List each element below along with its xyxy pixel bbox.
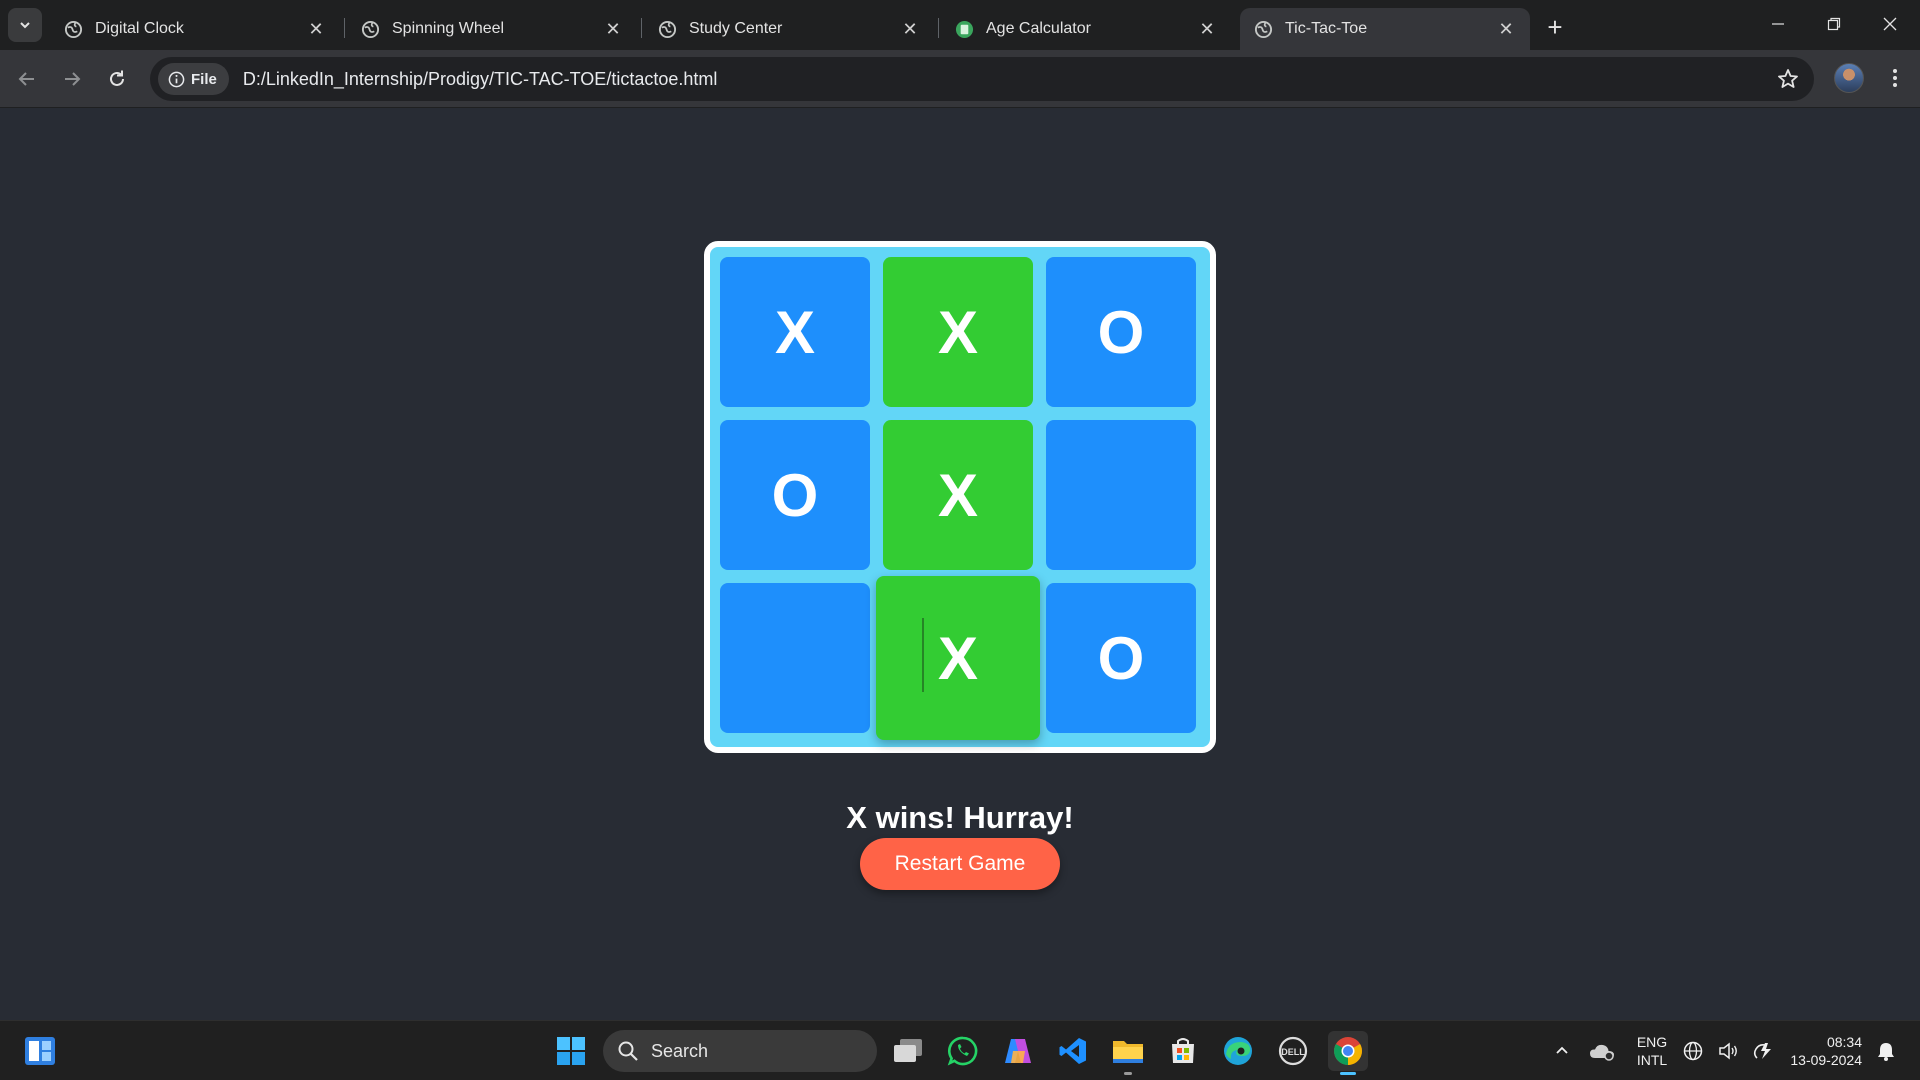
game-status-message: X wins! Hurray! xyxy=(846,800,1074,835)
chevron-up-icon[interactable] xyxy=(1542,1031,1582,1071)
back-arrow-icon xyxy=(18,72,34,86)
search-label: Search xyxy=(651,1040,709,1061)
windows-taskbar: Search DELL ENG INTL 08:34 13-09-2024 xyxy=(0,1020,1920,1080)
minimize-icon xyxy=(1772,23,1784,25)
board-cell[interactable]: X xyxy=(720,257,870,407)
text-cursor xyxy=(922,618,924,692)
tab-search-button[interactable] xyxy=(8,8,42,42)
board-cell[interactable] xyxy=(720,583,870,733)
chevron-down-icon xyxy=(20,22,30,29)
onedrive-cloud-icon[interactable] xyxy=(1582,1031,1622,1071)
forward-arrow-icon xyxy=(65,72,81,86)
volume-icon xyxy=(1719,1042,1737,1060)
notification-bell-icon[interactable] xyxy=(1866,1031,1906,1071)
board-cell[interactable]: X xyxy=(883,420,1033,570)
close-window-button[interactable] xyxy=(1862,0,1918,48)
microsoft-store-icon[interactable] xyxy=(1163,1031,1203,1071)
tab-separator xyxy=(641,18,642,38)
close-tab-icon[interactable]: ✕ xyxy=(603,19,623,39)
tab-title: Spinning Wheel xyxy=(392,20,505,37)
tab-digital-clock[interactable]: Digital Clock ✕ xyxy=(50,8,340,50)
search-icon xyxy=(618,1041,638,1061)
url-text[interactable]: D:/LinkedIn_Internship/Prodigy/TIC-TAC-T… xyxy=(243,69,718,90)
input-language-indicator[interactable]: ENG INTL xyxy=(1626,1033,1678,1069)
close-icon xyxy=(1883,17,1897,31)
board-cell[interactable]: O xyxy=(1046,257,1196,407)
clock-time: 08:34 xyxy=(1826,1034,1862,1050)
back-button[interactable] xyxy=(10,62,44,96)
close-tab-icon[interactable]: ✕ xyxy=(1496,19,1516,39)
language-line-1: ENG xyxy=(1636,1034,1668,1050)
close-tab-icon[interactable]: ✕ xyxy=(1197,19,1217,39)
clock[interactable]: 08:34 13-09-2024 xyxy=(1778,1033,1866,1069)
info-icon xyxy=(168,71,185,87)
running-indicator xyxy=(1124,1072,1132,1075)
battery-charging-icon xyxy=(1753,1043,1771,1059)
tab-separator xyxy=(344,18,345,38)
whatsapp-icon[interactable] xyxy=(943,1031,983,1071)
game-board: X X O O X X O xyxy=(704,241,1216,753)
restore-button[interactable] xyxy=(1806,0,1862,48)
browser-menu-button[interactable] xyxy=(1880,63,1910,93)
dell-icon[interactable]: DELL xyxy=(1273,1031,1313,1071)
minimize-button[interactable] xyxy=(1750,0,1806,48)
tab-study-center[interactable]: Study Center ✕ xyxy=(644,8,934,50)
tab-title: Tic-Tac-Toe xyxy=(1285,20,1368,37)
globe-icon xyxy=(1254,20,1273,39)
tab-strip: Digital Clock ✕ Spinning Wheel ✕ Study C… xyxy=(0,0,1920,50)
tab-title: Study Center xyxy=(689,20,783,37)
board-cell[interactable] xyxy=(1046,420,1196,570)
tab-spinning-wheel[interactable]: Spinning Wheel ✕ xyxy=(347,8,637,50)
copilot-icon[interactable] xyxy=(998,1031,1038,1071)
running-indicator xyxy=(1340,1072,1356,1075)
forward-button[interactable] xyxy=(55,62,89,96)
network-globe-icon xyxy=(1684,1041,1703,1061)
tab-title: Digital Clock xyxy=(95,20,184,37)
globe-icon xyxy=(361,20,380,39)
edge-browser-icon[interactable] xyxy=(1218,1031,1258,1071)
taskbar-search-box[interactable]: Search xyxy=(603,1030,877,1072)
close-tab-icon[interactable]: ✕ xyxy=(306,19,326,39)
tab-title: Age Calculator xyxy=(986,20,1091,37)
tab-tic-tac-toe[interactable]: Tic-Tac-Toe ✕ xyxy=(1240,8,1530,50)
language-line-2: INTL xyxy=(1636,1052,1668,1068)
clock-date: 13-09-2024 xyxy=(1790,1052,1862,1068)
task-view-icon[interactable] xyxy=(888,1031,928,1071)
globe-icon xyxy=(64,20,83,39)
quick-settings-area[interactable] xyxy=(1676,1031,1780,1071)
tab-separator xyxy=(938,18,939,38)
widgets-icon[interactable] xyxy=(20,1031,60,1071)
site-info-chip[interactable]: File xyxy=(158,63,229,95)
browser-toolbar: File D:/LinkedIn_Internship/Prodigy/TIC-… xyxy=(0,50,1920,108)
board-cell[interactable]: O xyxy=(1046,583,1196,733)
profile-avatar[interactable] xyxy=(1834,63,1864,93)
board-cell[interactable]: X xyxy=(883,257,1033,407)
close-tab-icon[interactable]: ✕ xyxy=(900,19,920,39)
svg-text:DELL: DELL xyxy=(1281,1047,1305,1057)
start-button-windows-icon[interactable] xyxy=(551,1031,591,1071)
bookmark-star-icon[interactable] xyxy=(1776,67,1800,91)
board-cell[interactable]: X xyxy=(876,576,1040,740)
reload-button[interactable] xyxy=(100,62,134,96)
globe-icon xyxy=(658,20,677,39)
reload-icon xyxy=(110,70,124,86)
address-bar[interactable]: File D:/LinkedIn_Internship/Prodigy/TIC-… xyxy=(150,57,1814,101)
cell-mark: X xyxy=(937,624,979,692)
calculator-app-icon xyxy=(955,20,974,39)
more-vertical-icon xyxy=(1893,69,1897,87)
vscode-icon[interactable] xyxy=(1053,1031,1093,1071)
file-explorer-icon[interactable] xyxy=(1108,1031,1148,1071)
restore-icon xyxy=(1827,17,1841,31)
chrome-icon[interactable] xyxy=(1328,1031,1368,1071)
chip-label: File xyxy=(191,70,217,88)
restart-game-button[interactable]: Restart Game xyxy=(860,838,1060,890)
tab-age-calculator[interactable]: Age Calculator ✕ xyxy=(941,8,1231,50)
new-tab-button[interactable]: + xyxy=(1540,12,1570,42)
board-cell[interactable]: O xyxy=(720,420,870,570)
